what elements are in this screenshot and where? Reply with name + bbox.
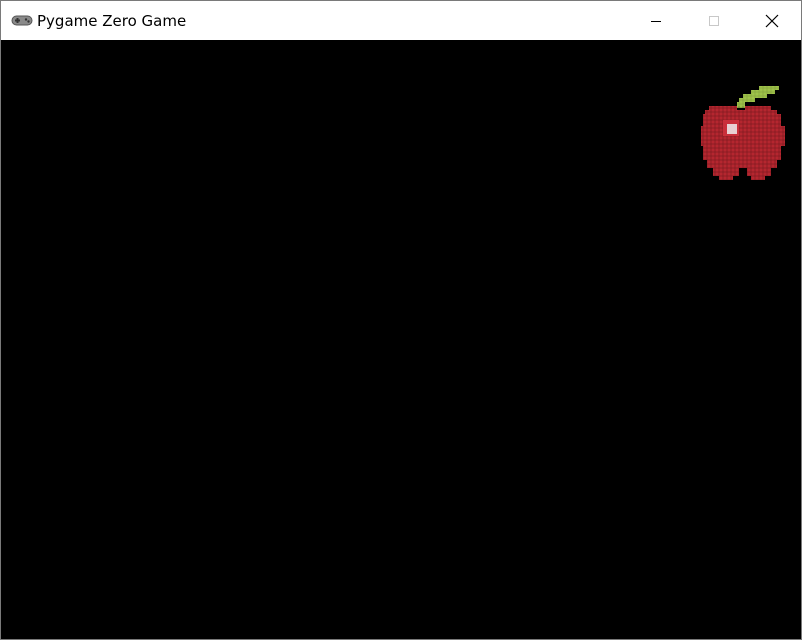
gamepad-icon bbox=[11, 12, 33, 28]
minimize-button[interactable] bbox=[627, 1, 685, 40]
close-button[interactable] bbox=[743, 1, 801, 40]
apple-highlight bbox=[723, 120, 739, 136]
apple-body bbox=[701, 106, 785, 182]
apple-sprite bbox=[701, 86, 785, 182]
window-title: Pygame Zero Game bbox=[37, 12, 187, 30]
maximize-button[interactable] bbox=[685, 1, 743, 40]
game-window: Pygame Zero Game bbox=[0, 0, 802, 640]
title-bar[interactable]: Pygame Zero Game bbox=[1, 1, 801, 40]
game-canvas[interactable] bbox=[1, 40, 801, 639]
minimize-icon bbox=[651, 20, 661, 22]
close-icon bbox=[765, 14, 779, 27]
maximize-icon bbox=[709, 15, 719, 26]
apple-leaf bbox=[737, 86, 781, 108]
